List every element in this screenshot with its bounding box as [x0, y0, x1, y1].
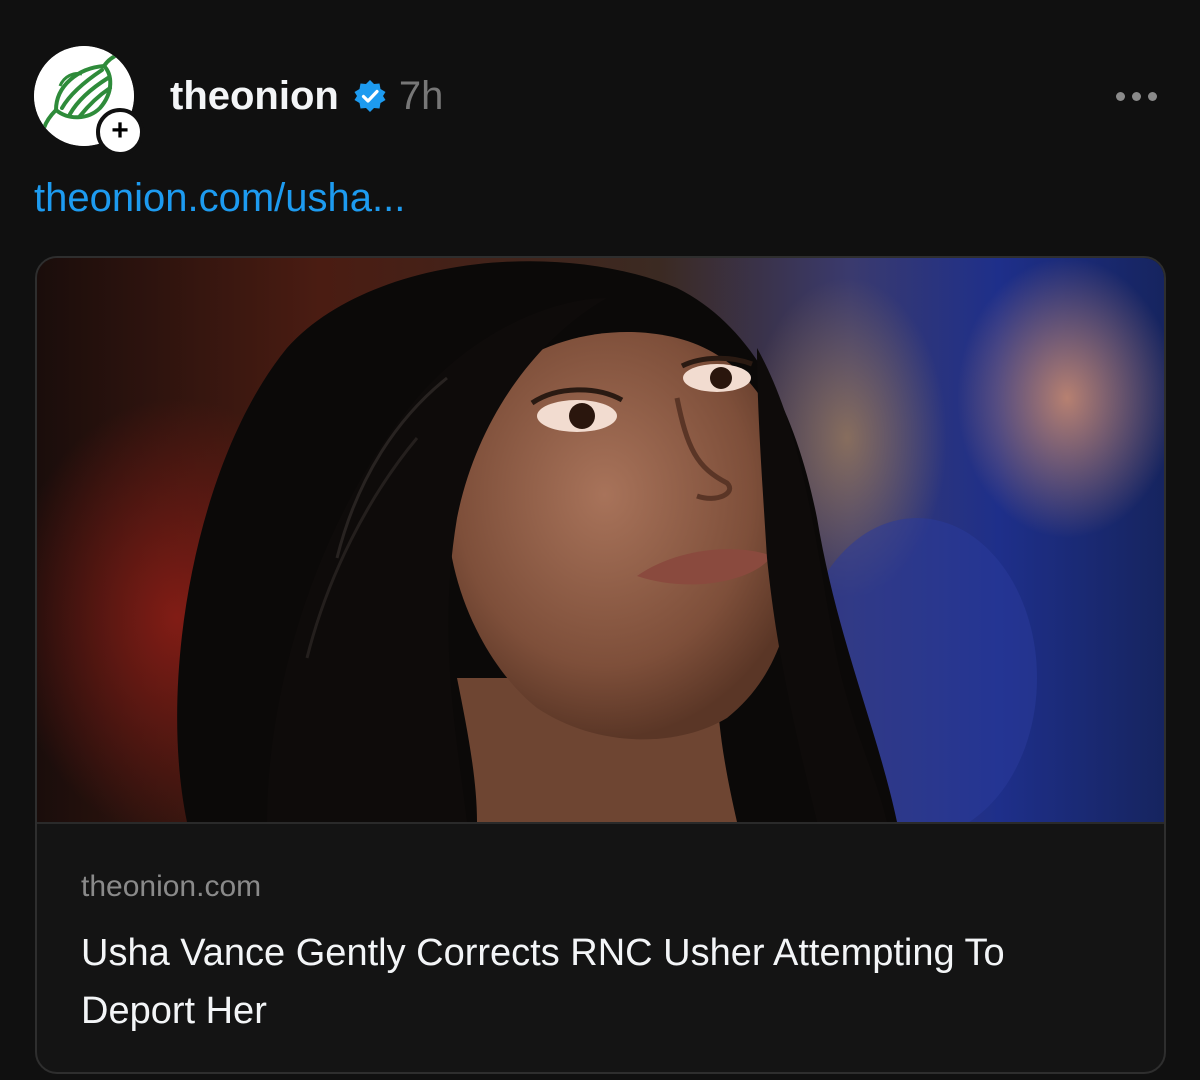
post-timestamp: 7h: [398, 73, 444, 118]
verified-badge-icon: [354, 80, 386, 112]
card-domain: theonion.com: [81, 870, 262, 903]
post-header: theonion 7h: [170, 72, 443, 120]
thread-post: + theonion 7h theonion.com/usha... theon…: [0, 0, 1200, 1080]
card-divider: [37, 822, 1164, 824]
follow-button[interactable]: +: [96, 108, 144, 156]
author-username[interactable]: theonion: [170, 74, 339, 119]
more-options-icon: [1147, 91, 1157, 101]
post-link[interactable]: theonion.com/usha...: [34, 176, 405, 221]
plus-icon: +: [111, 114, 129, 147]
article-photo: [37, 258, 1164, 822]
link-preview-card[interactable]: theonion.com Usha Vance Gently Corrects …: [35, 256, 1166, 1074]
more-options-icon: [1131, 91, 1141, 101]
more-options-icon: [1115, 91, 1125, 101]
author-avatar[interactable]: +: [34, 46, 144, 156]
more-options-button[interactable]: [1106, 80, 1166, 112]
card-headline: Usha Vance Gently Corrects RNC Usher Att…: [81, 932, 1005, 1032]
